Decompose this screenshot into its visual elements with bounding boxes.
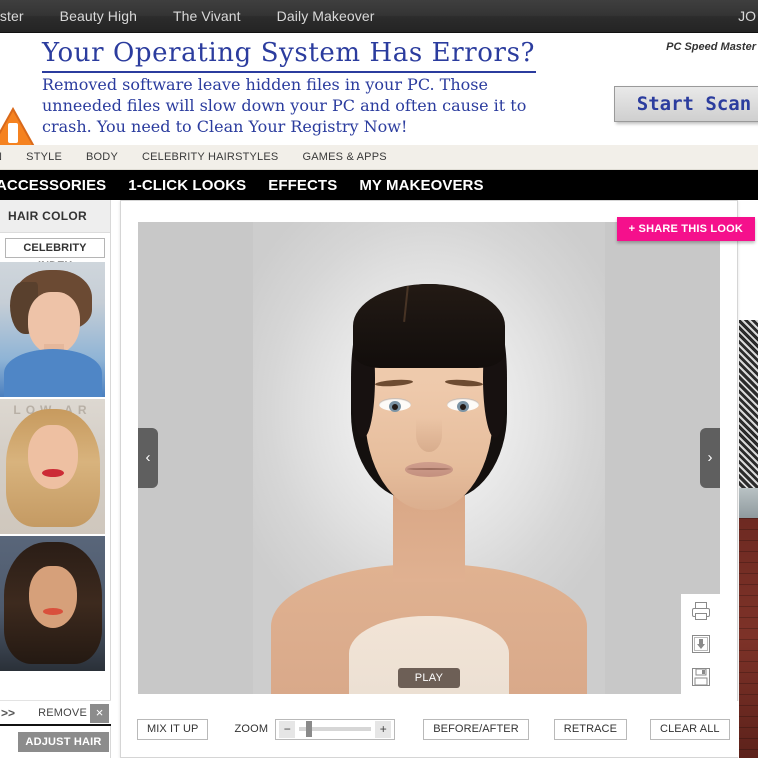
next-look-arrow[interactable]: › bbox=[700, 428, 720, 488]
model-photo bbox=[253, 222, 605, 694]
zoom-in-button[interactable]: + bbox=[375, 720, 392, 738]
save-disk-icon[interactable] bbox=[690, 666, 712, 688]
retrace-button[interactable]: RETRACE bbox=[553, 718, 628, 740]
ad-body-text: Removed software leave hidden files in y… bbox=[42, 75, 527, 136]
sub-nav-item-0[interactable]: N bbox=[0, 151, 14, 163]
adjust-hair-button[interactable]: ADJUST HAIR bbox=[18, 732, 109, 752]
makeover-canvas[interactable]: ‹ › PLAY bbox=[138, 222, 720, 694]
join-link[interactable]: JO bbox=[738, 0, 758, 33]
model-iris-right bbox=[457, 401, 469, 412]
sidebar-title: HAIR COLOR bbox=[0, 200, 110, 233]
model-eye-right bbox=[447, 398, 479, 412]
zoom-control[interactable]: − + bbox=[275, 718, 396, 740]
makeover-tool-nav: ACCESSORIES 1-CLICK LOOKS EFFECTS MY MAK… bbox=[0, 170, 758, 200]
makeover-app: HAIR COLOR CELEBRITY INDEX LOW AR >> REM… bbox=[0, 200, 758, 758]
close-icon[interactable]: × bbox=[90, 704, 109, 723]
tab-one-click-looks[interactable]: 1-CLICK LOOKS bbox=[117, 177, 257, 194]
zoom-label: ZOOM bbox=[234, 723, 269, 735]
play-button[interactable]: PLAY bbox=[398, 668, 460, 688]
celebrity-thumb-2[interactable]: LOW AR bbox=[0, 399, 105, 534]
zoom-slider-handle[interactable] bbox=[306, 721, 313, 737]
sub-nav-item-2[interactable]: BODY bbox=[74, 151, 130, 163]
model-hair-top bbox=[353, 284, 505, 368]
share-this-look-button[interactable]: + SHARE THIS LOOK bbox=[616, 217, 755, 241]
model-iris-left bbox=[389, 401, 401, 412]
print-icon[interactable] bbox=[690, 600, 712, 622]
thumb3-face bbox=[29, 566, 77, 628]
ad-divider bbox=[42, 71, 536, 73]
warning-triangle-icon bbox=[0, 107, 35, 145]
brick-wall-texture bbox=[739, 518, 758, 758]
remove-label: REMOVE bbox=[38, 707, 87, 719]
zoom-control-group: ZOOM − + bbox=[234, 718, 396, 740]
sub-nav-item-1[interactable]: STYLE bbox=[14, 151, 74, 163]
ad-headline: Your Operating System Has Errors? bbox=[42, 38, 536, 68]
thumb3-lips bbox=[43, 608, 63, 615]
zoom-slider-track[interactable] bbox=[299, 721, 372, 737]
top-site-nav: aster Beauty High The Vivant Daily Makeo… bbox=[0, 0, 758, 33]
sidebar-footer: >> REMOVE × ADJUST HAIR bbox=[0, 700, 111, 758]
celebrity-thumb-1[interactable] bbox=[0, 262, 105, 397]
start-scan-button[interactable]: Start Scan bbox=[614, 86, 758, 122]
remove-row: >> REMOVE × bbox=[0, 700, 111, 726]
model-lips bbox=[405, 462, 453, 477]
mix-it-up-button[interactable]: MIX IT UP bbox=[137, 718, 209, 740]
sub-nav-item-4[interactable]: GAMES & APPS bbox=[290, 151, 398, 163]
thumb2-lips bbox=[42, 469, 64, 477]
top-nav-link-3[interactable]: Daily Makeover bbox=[259, 0, 393, 33]
ledge-texture bbox=[739, 488, 758, 518]
more-arrows-icon[interactable]: >> bbox=[1, 706, 15, 720]
model-nose bbox=[416, 418, 442, 452]
top-nav-link-0[interactable]: aster bbox=[0, 0, 42, 33]
right-side-ad-image[interactable] bbox=[739, 320, 758, 758]
previous-look-arrow[interactable]: ‹ bbox=[138, 428, 158, 488]
top-nav-link-2[interactable]: The Vivant bbox=[155, 0, 259, 33]
download-icon[interactable] bbox=[690, 633, 712, 655]
thumb1-dress bbox=[4, 349, 102, 397]
category-nav-items: N STYLE BODY CELEBRITY HAIRSTYLES GAMES … bbox=[0, 145, 758, 169]
celebrity-index-button[interactable]: CELEBRITY INDEX bbox=[5, 238, 105, 272]
advertisement-banner: Your Operating System Has Errors? Remove… bbox=[0, 33, 758, 145]
canvas-action-icons bbox=[681, 594, 720, 694]
before-after-button[interactable]: BEFORE/AFTER bbox=[423, 718, 529, 740]
hair-color-sidebar: HAIR COLOR CELEBRITY INDEX LOW AR >> REM… bbox=[0, 200, 111, 758]
top-nav-link-1[interactable]: Beauty High bbox=[42, 0, 155, 33]
top-nav-links: aster Beauty High The Vivant Daily Makeo… bbox=[0, 0, 758, 32]
sub-nav-item-3[interactable]: CELEBRITY HAIRSTYLES bbox=[130, 151, 290, 163]
celebrity-thumb-3[interactable] bbox=[0, 536, 105, 671]
clear-all-button[interactable]: CLEAR ALL bbox=[650, 718, 730, 740]
makeover-main-panel: ‹ › PLAY + SHARE THIS LOOK MIX IT UP ZOO… bbox=[120, 200, 758, 758]
fence-texture bbox=[739, 320, 758, 488]
tab-effects[interactable]: EFFECTS bbox=[257, 177, 348, 194]
tab-accessories[interactable]: ACCESSORIES bbox=[0, 177, 117, 194]
tab-my-makeovers[interactable]: MY MAKEOVERS bbox=[348, 177, 494, 194]
makeover-toolbar: MIX IT UP ZOOM − + BEFORE/AFTER RETRACE … bbox=[121, 701, 758, 757]
tool-nav-items: ACCESSORIES 1-CLICK LOOKS EFFECTS MY MAK… bbox=[0, 170, 758, 200]
ad-brand-label: PC Speed Master bbox=[666, 41, 756, 53]
zoom-out-button[interactable]: − bbox=[279, 720, 296, 738]
category-nav: N STYLE BODY CELEBRITY HAIRSTYLES GAMES … bbox=[0, 145, 758, 170]
model-eye-left bbox=[379, 398, 411, 412]
model-pupil-left bbox=[392, 404, 398, 410]
model-pupil-right bbox=[460, 404, 466, 410]
thumb2-face bbox=[28, 425, 78, 489]
